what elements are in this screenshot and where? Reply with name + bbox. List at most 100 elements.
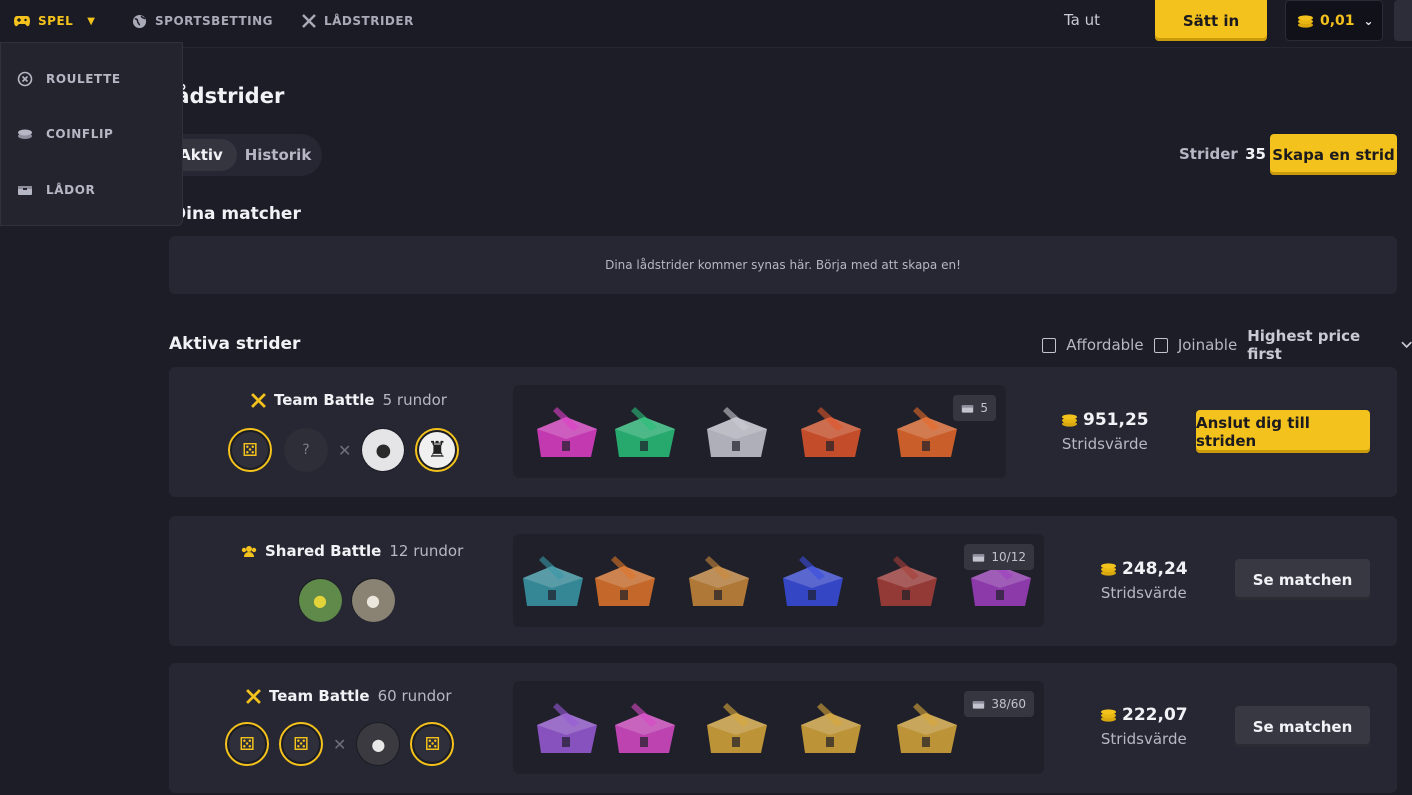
- battle-players: ● ●: [298, 578, 395, 622]
- coin-stack-icon: [1101, 563, 1116, 576]
- user-icon: ●: [313, 590, 327, 610]
- avatar[interactable]: ⚄: [279, 722, 323, 766]
- coin-stack-icon: [1298, 14, 1313, 28]
- case-thumbnail: [887, 695, 965, 761]
- versus-icon: ✕: [338, 440, 352, 460]
- battle-type: Team Battle: [274, 391, 375, 409]
- box-icon: [962, 404, 974, 413]
- affordable-checkbox[interactable]: [1042, 337, 1057, 353]
- nav-spel-label: SPEL: [38, 14, 74, 28]
- roulette-icon: [17, 71, 33, 87]
- rook-icon: ♜: [427, 437, 448, 463]
- joinable-checkbox[interactable]: [1153, 337, 1168, 353]
- joinable-label: Joinable: [1177, 336, 1238, 354]
- case-strip: 10/12: [513, 534, 1044, 627]
- case-thumbnail: [605, 695, 683, 761]
- avatar[interactable]: ●: [351, 578, 395, 622]
- case-thumbnail: [697, 399, 775, 465]
- box-icon: [18, 186, 32, 195]
- my-matches-empty: Dina lådstrider kommer synas här. Börja …: [169, 236, 1397, 294]
- case-strip: 5: [513, 385, 1006, 478]
- case-count-value: 5: [980, 401, 988, 415]
- create-battle-button[interactable]: Skapa en strid: [1270, 134, 1397, 175]
- case-thumbnail: [679, 548, 757, 614]
- battle-value-label: Stridsvärde: [1061, 435, 1148, 453]
- menu-item-roulette[interactable]: ROULETTE: [17, 71, 121, 87]
- avatar[interactable]: ●: [361, 428, 406, 472]
- battle-row[interactable]: Team Battle 5 rundor ⚄ ? ✕ ● ♜ 5 951,25 …: [169, 367, 1397, 497]
- battle-type: Team Battle: [269, 687, 370, 705]
- box-icon: [973, 553, 985, 562]
- nav-spel[interactable]: SPEL ▼: [14, 0, 95, 42]
- case-thumbnail: [773, 548, 851, 614]
- battle-value-label: Stridsvärde: [1100, 730, 1187, 748]
- gamepad-icon: [14, 16, 30, 27]
- crossed-swords-icon: [251, 392, 266, 408]
- battle-count: Strider 35: [1179, 145, 1266, 163]
- case-count-badge: 10/12: [964, 544, 1034, 570]
- empty-slot[interactable]: ?: [284, 428, 328, 472]
- avatar[interactable]: ⚄: [225, 722, 269, 766]
- top-bar: SPEL ▼ SPORTSBETTING LÅDSTRIDER Ta ut Sä…: [0, 0, 1412, 48]
- chevron-down-icon: ⌄: [1363, 13, 1374, 28]
- affordable-label: Affordable: [1066, 336, 1144, 354]
- avatar[interactable]: ⚄: [228, 428, 272, 472]
- sort-dropdown[interactable]: Highest price first: [1247, 327, 1412, 363]
- empty-state-text: Dina lådstrider kommer synas här. Börja …: [605, 258, 961, 272]
- avatar[interactable]: ♜: [415, 428, 460, 472]
- avatar[interactable]: ⚄: [410, 722, 455, 766]
- nav-ladstrider-label: LÅDSTRIDER: [324, 14, 414, 28]
- case-count-value: 38/60: [991, 697, 1026, 711]
- menu-item-lador[interactable]: LÅDOR: [17, 183, 95, 197]
- versus-icon: ✕: [333, 734, 347, 754]
- spel-dropdown-menu: ROULETTE COINFLIP LÅDOR: [0, 42, 183, 226]
- caret-down-icon: ▼: [87, 15, 96, 27]
- battle-value: 248,24 Stridsvärde: [1100, 559, 1188, 602]
- view-match-button[interactable]: Se matchen: [1235, 559, 1370, 600]
- balance-dropdown[interactable]: 0,01 ⌄: [1285, 0, 1383, 41]
- dice-icon: ⚄: [424, 733, 441, 755]
- case-count-badge: 38/60: [964, 691, 1034, 717]
- avatar[interactable]: ●: [356, 722, 401, 766]
- tab-historik[interactable]: Historik: [242, 139, 314, 171]
- sort-label: Highest price first: [1247, 327, 1361, 363]
- nav-ladstrider[interactable]: LÅDSTRIDER: [302, 0, 414, 42]
- deposit-button[interactable]: Sätt in: [1155, 0, 1267, 41]
- battle-header: Team Battle 60 rundor: [246, 687, 452, 705]
- menu-item-roulette-label: ROULETTE: [46, 72, 121, 86]
- people-icon: [241, 545, 257, 557]
- nav-sportsbetting-label: SPORTSBETTING: [155, 14, 274, 28]
- coin-stack-icon: [1062, 414, 1077, 427]
- battle-value: 951,25 Stridsvärde: [1061, 410, 1149, 453]
- battle-value-amount: 222,07: [1122, 705, 1188, 725]
- battle-count-label: Strider: [1179, 145, 1238, 163]
- menu-item-coinflip[interactable]: COINFLIP: [17, 127, 113, 141]
- dice-icon: ⚄: [242, 439, 258, 461]
- menu-item-lador-label: LÅDOR: [46, 183, 96, 197]
- battle-rounds: 5 rundor: [382, 391, 447, 409]
- menu-edge[interactable]: [1394, 0, 1412, 41]
- user-icon: ●: [375, 439, 392, 461]
- case-thumbnail: [527, 399, 605, 465]
- case-thumbnail: [527, 695, 605, 761]
- box-icon: [973, 700, 985, 709]
- battle-row[interactable]: Shared Battle 12 rundor ● ● 10/12 248,24…: [169, 516, 1397, 646]
- battle-players: ⚄ ⚄ ✕ ● ⚄: [225, 722, 455, 766]
- battle-row[interactable]: Team Battle 60 rundor ⚄ ⚄ ✕ ● ⚄ 38/60 22…: [169, 663, 1397, 793]
- coin-icon: [18, 129, 32, 139]
- withdraw-link[interactable]: Ta ut: [1064, 11, 1100, 29]
- battle-header: Shared Battle 12 rundor: [241, 542, 463, 560]
- chevron-down-icon: [1401, 341, 1412, 349]
- my-matches-title: Dina matcher: [172, 204, 301, 224]
- avatar[interactable]: ●: [298, 578, 342, 622]
- battle-value-amount: 248,24: [1122, 559, 1188, 579]
- active-battles-title: Aktiva strider: [169, 334, 301, 354]
- case-thumbnail: [605, 399, 683, 465]
- nav-sportsbetting[interactable]: SPORTSBETTING: [132, 0, 273, 42]
- battle-rounds: 60 rundor: [377, 687, 452, 705]
- case-thumbnail: [697, 695, 775, 761]
- view-match-button[interactable]: Se matchen: [1235, 706, 1370, 747]
- join-battle-button[interactable]: Anslut dig till striden: [1196, 410, 1370, 453]
- battle-tabs: Aktiv Historik: [160, 134, 322, 176]
- menu-item-coinflip-label: COINFLIP: [46, 127, 114, 141]
